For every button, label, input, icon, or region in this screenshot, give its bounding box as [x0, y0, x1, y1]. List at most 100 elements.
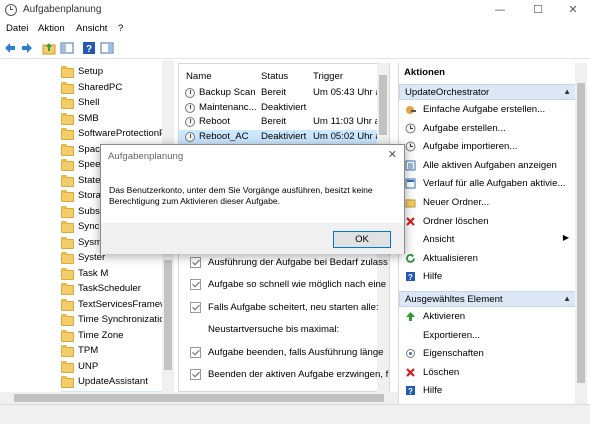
- action-item[interactable]: Aktualisieren: [399, 250, 577, 268]
- action-label: Löschen: [423, 366, 460, 378]
- setting-checkbox[interactable]: [190, 279, 201, 290]
- setting-checkbox[interactable]: [190, 347, 201, 358]
- tree-item[interactable]: SoftwareProtectionP: [61, 127, 171, 142]
- setting-checkbox[interactable]: [190, 302, 201, 313]
- folder-icon: [61, 81, 74, 94]
- setting-label: Aufgabe beenden, falls Ausführung länge: [208, 347, 384, 358]
- tree-item-label: UpdateAssistant: [78, 376, 148, 387]
- action-item[interactable]: Ordner löschen: [399, 213, 577, 231]
- setting-label: Ausführung der Aufgabe bei Bedarf zulass: [208, 257, 388, 268]
- column-header-name[interactable]: Name: [186, 71, 212, 82]
- action-item[interactable]: Ansicht ▶: [399, 231, 577, 249]
- setting-row[interactable]: Aufgabe beenden, falls Ausführung länge: [186, 346, 384, 360]
- setting-row[interactable]: Aufgabe so schnell wie möglich nach eine: [186, 278, 386, 292]
- task-status: Bereit: [261, 87, 287, 98]
- action-item[interactable]: Einfache Aufgabe erstellen...: [399, 101, 577, 119]
- menu-help[interactable]: ?: [118, 23, 123, 34]
- tree-item[interactable]: UNP: [61, 360, 171, 375]
- setting-label: Falls Aufgabe scheitert, neu starten all…: [208, 302, 379, 313]
- action-label: Hilfe: [423, 271, 443, 283]
- help-icon[interactable]: ?: [82, 41, 96, 55]
- tree-item[interactable]: SMB: [61, 112, 171, 127]
- folder-icon: [61, 267, 74, 280]
- tree-item-label: TextServicesFramew: [78, 298, 168, 310]
- menu-ansicht[interactable]: Ansicht: [76, 23, 107, 34]
- tree-item[interactable]: TextServicesFramew: [61, 298, 171, 313]
- tree-item[interactable]: Time Synchronizatio: [61, 313, 171, 328]
- dialog-title: Aufgabenplanung: [108, 151, 184, 162]
- collapse-arrow-icon[interactable]: ▲: [563, 87, 571, 96]
- task-row[interactable]: Maintenanc... Deaktiviert: [179, 101, 379, 115]
- task-trigger: Um 11:03 Uhr ar: [313, 116, 384, 127]
- task-row[interactable]: Backup Scan Bereit Um 05:43 Uhr ar: [179, 86, 384, 100]
- action-item[interactable]: Alle aktiven Aufgaben anzeigen: [399, 157, 577, 175]
- task-name: Maintenanc...: [199, 101, 257, 113]
- action-item[interactable]: Aktivieren: [399, 308, 577, 326]
- dialog-close-button[interactable]: ✕: [388, 148, 397, 161]
- folder-icon: [61, 205, 74, 218]
- tree-item-label: TPM: [78, 345, 99, 356]
- tree-item[interactable]: Setup: [61, 65, 171, 80]
- tree-item[interactable]: TPM: [61, 344, 171, 359]
- action-item[interactable]: Aufgabe importieren...: [399, 138, 577, 156]
- back-arrow-icon[interactable]: [3, 41, 17, 55]
- actions-pane: Aktionen UpdateOrchestrator ▲ Einfache A…: [398, 63, 590, 404]
- folder-icon: [61, 112, 74, 125]
- folder-up-icon[interactable]: [42, 41, 56, 55]
- action-item[interactable]: ? Hilfe: [399, 382, 577, 400]
- horizontal-scrollbar[interactable]: [0, 392, 398, 404]
- show-actions-pane-icon[interactable]: [100, 41, 114, 55]
- tree-scroll-thumb[interactable]: [164, 260, 172, 370]
- horizontal-scroll-thumb[interactable]: [14, 394, 384, 402]
- menu-aktion[interactable]: Aktion: [38, 23, 65, 34]
- folder-icon: [61, 314, 74, 326]
- action-item[interactable]: Neuer Ordner...: [399, 194, 577, 212]
- task-trigger: Um 05:43 Uhr ar: [313, 87, 384, 98]
- tree-item-label: TaskScheduler: [78, 283, 141, 294]
- action-item[interactable]: Aufgabe erstellen...: [399, 120, 577, 138]
- column-header-trigger[interactable]: Trigger: [313, 71, 343, 82]
- setting-checkbox[interactable]: [190, 257, 201, 268]
- help-icon: ?: [405, 271, 416, 282]
- folder-icon: [61, 236, 74, 249]
- section-selected-element[interactable]: Ausgewähltes Element ▲: [399, 291, 577, 307]
- action-item[interactable]: Exportieren...: [399, 327, 577, 345]
- menu-datei[interactable]: Datei: [6, 23, 28, 34]
- action-label: Alle aktiven Aufgaben anzeigen: [423, 159, 557, 171]
- task-list-scroll-thumb[interactable]: [379, 75, 387, 135]
- tree-item-label: Shell: [78, 97, 100, 108]
- delete-x-icon: [405, 367, 416, 378]
- action-item[interactable]: ? Hilfe: [399, 268, 577, 286]
- minimize-button[interactable]: —: [482, 0, 518, 21]
- task-row[interactable]: Reboot Bereit Um 11:03 Uhr ar: [179, 115, 383, 129]
- forward-arrow-icon[interactable]: [20, 41, 34, 55]
- setting-row[interactable]: Ausführung der Aufgabe bei Bedarf zulass: [186, 256, 388, 270]
- tree-item[interactable]: SharedPC: [61, 81, 171, 96]
- maximize-button[interactable]: ☐: [520, 0, 556, 21]
- svg-text:?: ?: [408, 387, 413, 396]
- actions-scroll-thumb[interactable]: [577, 83, 585, 383]
- tree-item-label: Sysm: [78, 236, 102, 248]
- tree-item[interactable]: Task M: [61, 267, 171, 282]
- setting-checkbox[interactable]: [190, 369, 201, 380]
- setting-row[interactable]: Falls Aufgabe scheitert, neu starten all…: [186, 301, 379, 315]
- tree-item[interactable]: TaskScheduler: [61, 282, 171, 297]
- folder-icon: [61, 298, 74, 311]
- close-button[interactable]: ✕: [555, 0, 590, 21]
- setting-row[interactable]: Beenden der aktiven Aufgabe erzwingen, f: [186, 368, 388, 382]
- show-pane-icon[interactable]: [60, 41, 74, 55]
- column-header-status[interactable]: Status: [261, 71, 288, 82]
- tree-item[interactable]: Shell: [61, 96, 171, 111]
- section-updateorchestrator[interactable]: UpdateOrchestrator ▲: [399, 84, 577, 100]
- tree-item[interactable]: Time Zone: [61, 329, 171, 344]
- action-item[interactable]: Eigenschaften: [399, 345, 577, 363]
- collapse-arrow-icon[interactable]: ▲: [563, 294, 571, 303]
- action-item[interactable]: Verlauf für alle Aufgaben aktivie...: [399, 175, 577, 193]
- tree-item[interactable]: UpdateAssistant: [61, 375, 171, 390]
- actions-scrollbar[interactable]: [575, 63, 587, 404]
- status-bar: [0, 404, 590, 424]
- folder-icon: [405, 197, 416, 208]
- ok-button[interactable]: OK: [333, 231, 391, 248]
- action-item[interactable]: Löschen: [399, 364, 577, 382]
- task-row[interactable]: Reboot_AC Deaktiviert Um 05:02 Uhr ar: [179, 129, 384, 144]
